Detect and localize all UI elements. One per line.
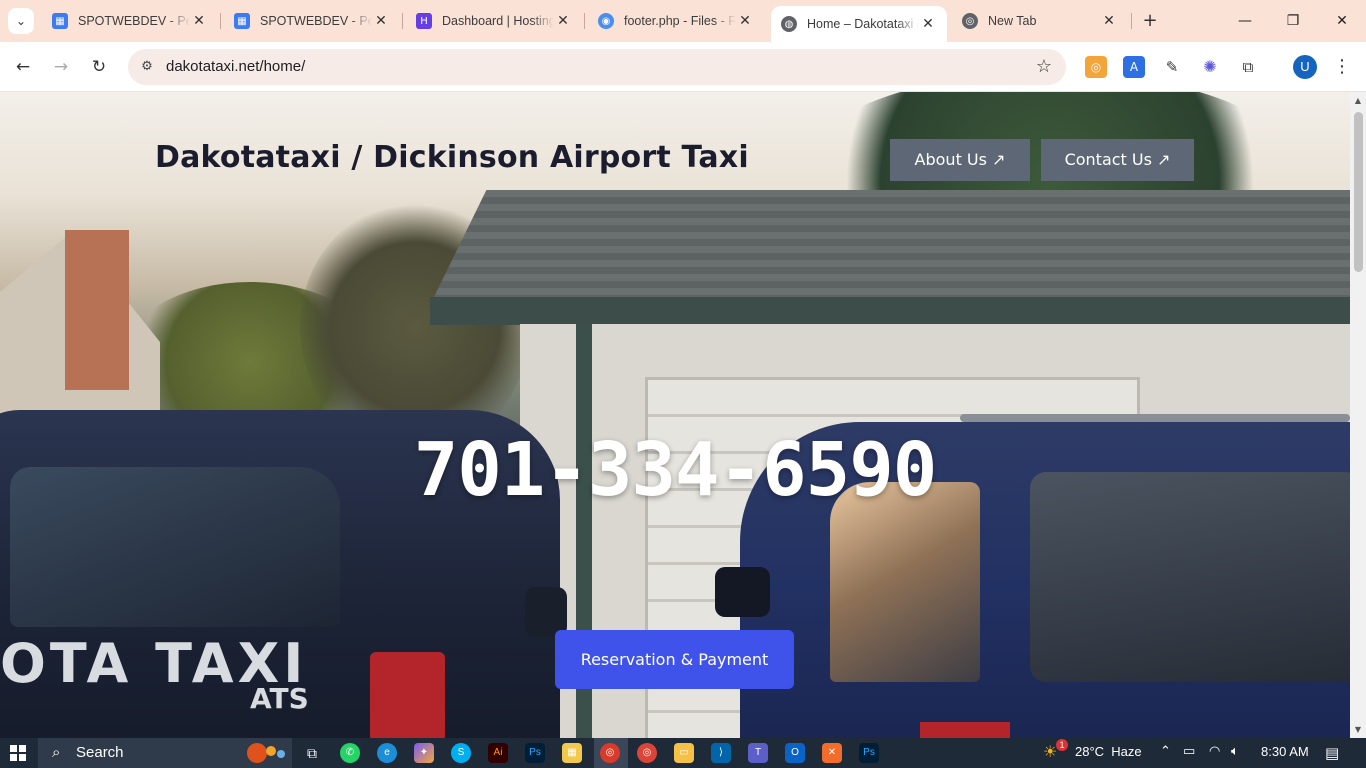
search-icon: ⌕ [52, 743, 61, 761]
task-view-icon[interactable]: ⧉ [302, 743, 322, 763]
tab-search-chevron-icon[interactable]: ⌄ [8, 8, 34, 34]
browser-menu-icon[interactable]: ⋮ [1332, 54, 1352, 80]
extensions-puzzle-icon[interactable]: ⧉ [1237, 56, 1259, 78]
site-title[interactable]: Dakotataxi / Dickinson Airport Taxi [155, 140, 749, 175]
volume-icon[interactable]: 🔈︎ [1231, 744, 1239, 759]
grid-icon: ▦ [52, 13, 68, 29]
edge-icon[interactable]: e [377, 743, 397, 763]
tab-title: SPOTWEBDEV - Personal [78, 14, 190, 28]
window-close-icon[interactable]: ✕ [1327, 8, 1357, 34]
globe-icon: ◍ [781, 16, 797, 32]
back-arrow-icon[interactable]: ← [11, 55, 35, 79]
notifications-icon[interactable]: ▤ [1325, 744, 1339, 762]
tab-title: New Tab [988, 14, 1037, 28]
tab-spotwebdev-2[interactable]: ▦ SPOTWEBDEV - Personal ✕ [224, 6, 400, 36]
tab-spotwebdev-1[interactable]: ▦ SPOTWEBDEV - Personal ✕ [42, 6, 218, 36]
restore-icon[interactable]: ❐ [1278, 8, 1308, 34]
vscode-icon[interactable]: ⟩ [711, 743, 731, 763]
illustrator-icon[interactable]: Ai [488, 743, 508, 763]
chrome-icon: ◎ [962, 13, 978, 29]
profile-avatar[interactable]: U [1293, 55, 1317, 79]
tab-title: footer.php - Files - FileZilla [624, 14, 736, 28]
tab-divider [402, 13, 403, 29]
tab-divider [220, 13, 221, 29]
close-icon[interactable]: ✕ [1100, 13, 1118, 29]
close-icon[interactable]: ✕ [372, 13, 390, 29]
taskbar-search-label: Search [76, 744, 124, 761]
windows-start-icon[interactable] [10, 745, 26, 761]
extension-gear-icon[interactable]: ✺ [1199, 56, 1221, 78]
file-icon: ◉ [598, 13, 614, 29]
file-explorer-icon[interactable]: ▭ [674, 743, 694, 763]
weather-text[interactable]: 28°C Haze [1075, 744, 1142, 759]
photoshop-2-icon[interactable]: Ps [859, 743, 879, 763]
reload-icon[interactable]: ↻ [87, 55, 111, 79]
battery-icon[interactable]: ▭ [1183, 744, 1195, 759]
grid-icon: ▦ [234, 13, 250, 29]
contact-us-button[interactable]: Contact Us ↗ [1041, 139, 1194, 181]
search-highlight-icon [247, 743, 285, 763]
tab-title: SPOTWEBDEV - Personal [260, 14, 372, 28]
copilot-icon[interactable]: ✦ [414, 743, 434, 763]
xampp-icon[interactable]: ✕ [822, 743, 842, 763]
wifi-icon[interactable]: ◠ [1209, 744, 1220, 759]
car-lettering-sub: ATS [250, 682, 309, 715]
address-bar[interactable]: ⚙ dakotataxi.net/home/ ☆ [128, 49, 1066, 85]
windows-taskbar: ⌕ Search ⧉ ✆ e ✦ S Ai Ps ▦ ◎ ◎ ▭ ⟩ T O ✕… [0, 738, 1366, 768]
store-icon[interactable]: ▦ [562, 743, 582, 763]
phone-number[interactable]: 701-334-6590 [0, 427, 1350, 513]
new-tab-plus-icon[interactable]: + [1138, 9, 1162, 33]
browser-toolbar: ← → ↻ ⚙ dakotataxi.net/home/ ☆ ◎ A ✎ ✺ ⧉… [0, 42, 1366, 92]
chrome-icon[interactable]: ◎ [637, 743, 657, 763]
hostinger-icon: H [416, 13, 432, 29]
extension-eyedropper-icon[interactable]: ✎ [1161, 56, 1183, 78]
tab-divider [1131, 13, 1132, 29]
scroll-down-arrow-icon[interactable]: ▼ [1350, 725, 1366, 734]
scroll-up-arrow-icon[interactable]: ▲ [1350, 96, 1366, 105]
chevron-up-icon[interactable]: ⌃ [1160, 744, 1171, 759]
tab-dakotataxi-home[interactable]: ◍ Home – Dakotataxi / Dickinson ✕ [771, 6, 947, 42]
reservation-payment-button[interactable]: Reservation & Payment [555, 630, 794, 689]
extension-orange-icon[interactable]: ◎ [1085, 56, 1107, 78]
close-icon[interactable]: ✕ [190, 13, 208, 29]
close-icon[interactable]: ✕ [736, 13, 754, 29]
tab-footer-php[interactable]: ◉ footer.php - Files - FileZilla ✕ [588, 6, 764, 36]
page-scrollbar[interactable]: ▲ ▼ [1350, 92, 1366, 738]
minimize-icon[interactable]: — [1230, 8, 1260, 34]
site-info-icon[interactable]: ⚙ [138, 58, 156, 76]
extension-translate-icon[interactable]: A [1123, 56, 1145, 78]
web-page: OTA TAXI ATS Dakotataxi / Dickinson Airp… [0, 92, 1350, 738]
chrome-dev-icon[interactable]: ◎ [600, 743, 620, 763]
close-icon[interactable]: ✕ [554, 13, 572, 29]
whatsapp-icon[interactable]: ✆ [340, 743, 360, 763]
skype-icon[interactable]: S [451, 743, 471, 763]
tab-title: Dashboard | Hostinger [442, 14, 554, 28]
tab-title: Home – Dakotataxi / Dickinson [807, 17, 919, 31]
forward-arrow-icon[interactable]: → [49, 55, 73, 79]
tab-new-tab[interactable]: ◎ New Tab ✕ [952, 6, 1128, 36]
tab-strip: ⌄ ▦ SPOTWEBDEV - Personal ✕ ▦ SPOTWEBDEV… [0, 0, 1366, 42]
photoshop-icon[interactable]: Ps [525, 743, 545, 763]
clock[interactable]: 8:30 AM [1261, 744, 1309, 759]
teams-icon[interactable]: T [748, 743, 768, 763]
close-icon[interactable]: ✕ [919, 16, 937, 32]
weather-badge: 1 [1056, 739, 1068, 751]
bookmark-star-icon[interactable]: ☆ [1036, 56, 1052, 77]
taskbar-search-box[interactable]: ⌕ Search [38, 738, 292, 768]
outlook-icon[interactable]: O [785, 743, 805, 763]
url-text[interactable]: dakotataxi.net/home/ [166, 58, 305, 75]
tab-hostinger[interactable]: H Dashboard | Hostinger ✕ [406, 6, 582, 36]
about-us-button[interactable]: About Us ↗ [890, 139, 1030, 181]
scrollbar-thumb[interactable] [1354, 112, 1363, 272]
tab-divider [584, 13, 585, 29]
